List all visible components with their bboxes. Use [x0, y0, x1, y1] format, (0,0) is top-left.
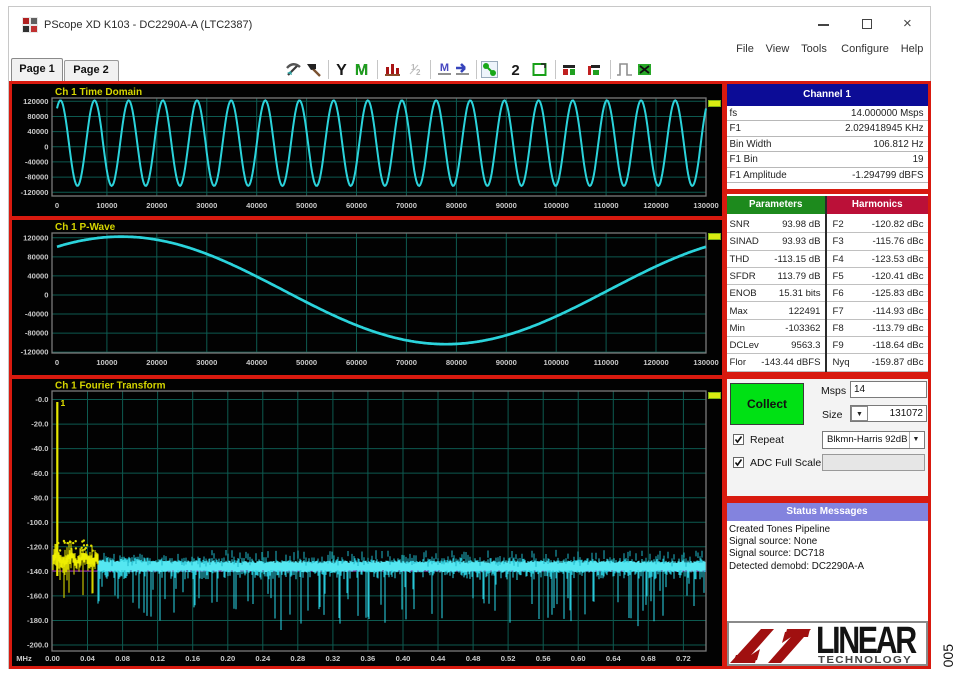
svg-text:0: 0 — [55, 358, 59, 367]
svg-text:M: M — [355, 62, 368, 78]
svg-text:50000: 50000 — [296, 201, 317, 210]
svg-text:10000: 10000 — [96, 201, 117, 210]
svg-text:40000: 40000 — [27, 127, 48, 136]
svg-text:90000: 90000 — [496, 201, 517, 210]
svg-text:0.36: 0.36 — [361, 654, 376, 663]
svg-text:-80000: -80000 — [25, 173, 49, 182]
svg-text:-20.0: -20.0 — [31, 420, 48, 429]
svg-text:0: 0 — [44, 291, 48, 300]
svg-text:-100.0: -100.0 — [27, 518, 49, 527]
svg-text:Ch 1 Time Domain: Ch 1 Time Domain — [55, 87, 142, 98]
svg-text:0.40: 0.40 — [396, 654, 411, 663]
svg-text:80000: 80000 — [27, 112, 48, 121]
svg-text:40000: 40000 — [246, 201, 267, 210]
svg-text:0.28: 0.28 — [290, 654, 305, 663]
svg-text:120000: 120000 — [23, 233, 48, 242]
svg-text:0: 0 — [44, 142, 48, 151]
svg-text:20000: 20000 — [146, 201, 167, 210]
svg-text:-40000: -40000 — [25, 310, 49, 319]
svg-text:0.56: 0.56 — [536, 654, 551, 663]
svg-text:MHz: MHz — [16, 654, 32, 663]
svg-text:40000: 40000 — [246, 358, 267, 367]
svg-text:-80000: -80000 — [25, 329, 49, 338]
svg-text:Y: Y — [336, 62, 347, 78]
svg-text:120000: 120000 — [643, 358, 668, 367]
svg-text:130000: 130000 — [693, 358, 718, 367]
svg-text:80000: 80000 — [446, 358, 467, 367]
svg-text:120000: 120000 — [643, 201, 668, 210]
svg-text:70000: 70000 — [396, 358, 417, 367]
svg-text:2: 2 — [416, 68, 421, 77]
svg-text:M: M — [440, 62, 449, 74]
svg-text:-60.0: -60.0 — [31, 469, 48, 478]
svg-text:0.44: 0.44 — [431, 654, 447, 663]
svg-text:0.64: 0.64 — [606, 654, 622, 663]
svg-text:60000: 60000 — [346, 201, 367, 210]
svg-text:0.68: 0.68 — [641, 654, 656, 663]
svg-text:0.32: 0.32 — [326, 654, 341, 663]
svg-text:70000: 70000 — [396, 201, 417, 210]
svg-text:90000: 90000 — [496, 358, 517, 367]
svg-text:2: 2 — [511, 62, 519, 78]
svg-text:110000: 110000 — [594, 358, 619, 367]
svg-text:0.00: 0.00 — [45, 654, 60, 663]
svg-text:0.04: 0.04 — [80, 654, 96, 663]
svg-text:40000: 40000 — [27, 272, 48, 281]
svg-text:50000: 50000 — [296, 358, 317, 367]
svg-text:0.60: 0.60 — [571, 654, 586, 663]
svg-text:30000: 30000 — [196, 358, 217, 367]
svg-text:0.16: 0.16 — [185, 654, 200, 663]
svg-text:0.20: 0.20 — [220, 654, 235, 663]
svg-text:30000: 30000 — [196, 201, 217, 210]
svg-text:10000: 10000 — [96, 358, 117, 367]
svg-text:0.08: 0.08 — [115, 654, 130, 663]
svg-text:0: 0 — [55, 201, 59, 210]
svg-text:-140.0: -140.0 — [27, 567, 49, 576]
svg-text:100000: 100000 — [544, 358, 569, 367]
svg-text:-200.0: -200.0 — [27, 641, 49, 650]
svg-text:60000: 60000 — [346, 358, 367, 367]
svg-text:0.72: 0.72 — [676, 654, 691, 663]
svg-text:-80.0: -80.0 — [31, 493, 48, 502]
svg-text:0.48: 0.48 — [466, 654, 481, 663]
svg-text:1: 1 — [61, 398, 66, 408]
svg-text:-120.0: -120.0 — [27, 542, 49, 551]
svg-text:-180.0: -180.0 — [27, 616, 49, 625]
svg-text:Ch 1 P-Wave: Ch 1 P-Wave — [55, 222, 116, 233]
svg-text:-40.0: -40.0 — [31, 444, 48, 453]
svg-text:80000: 80000 — [27, 253, 48, 262]
svg-text:-120000: -120000 — [21, 348, 49, 357]
svg-text:20000: 20000 — [146, 358, 167, 367]
svg-text:0.24: 0.24 — [255, 654, 271, 663]
svg-text:120000: 120000 — [23, 97, 48, 106]
svg-text:100000: 100000 — [544, 201, 569, 210]
svg-text:0.12: 0.12 — [150, 654, 165, 663]
svg-text:-160.0: -160.0 — [27, 592, 49, 601]
svg-text:80000: 80000 — [446, 201, 467, 210]
svg-text:-40000: -40000 — [25, 158, 49, 167]
svg-text:-0.0: -0.0 — [35, 395, 48, 404]
svg-text:130000: 130000 — [693, 201, 718, 210]
svg-text:110000: 110000 — [594, 201, 619, 210]
svg-text:0.52: 0.52 — [501, 654, 516, 663]
svg-text:Ch 1 Fourier Transform: Ch 1 Fourier Transform — [55, 381, 166, 392]
svg-text:-120000: -120000 — [21, 188, 49, 197]
